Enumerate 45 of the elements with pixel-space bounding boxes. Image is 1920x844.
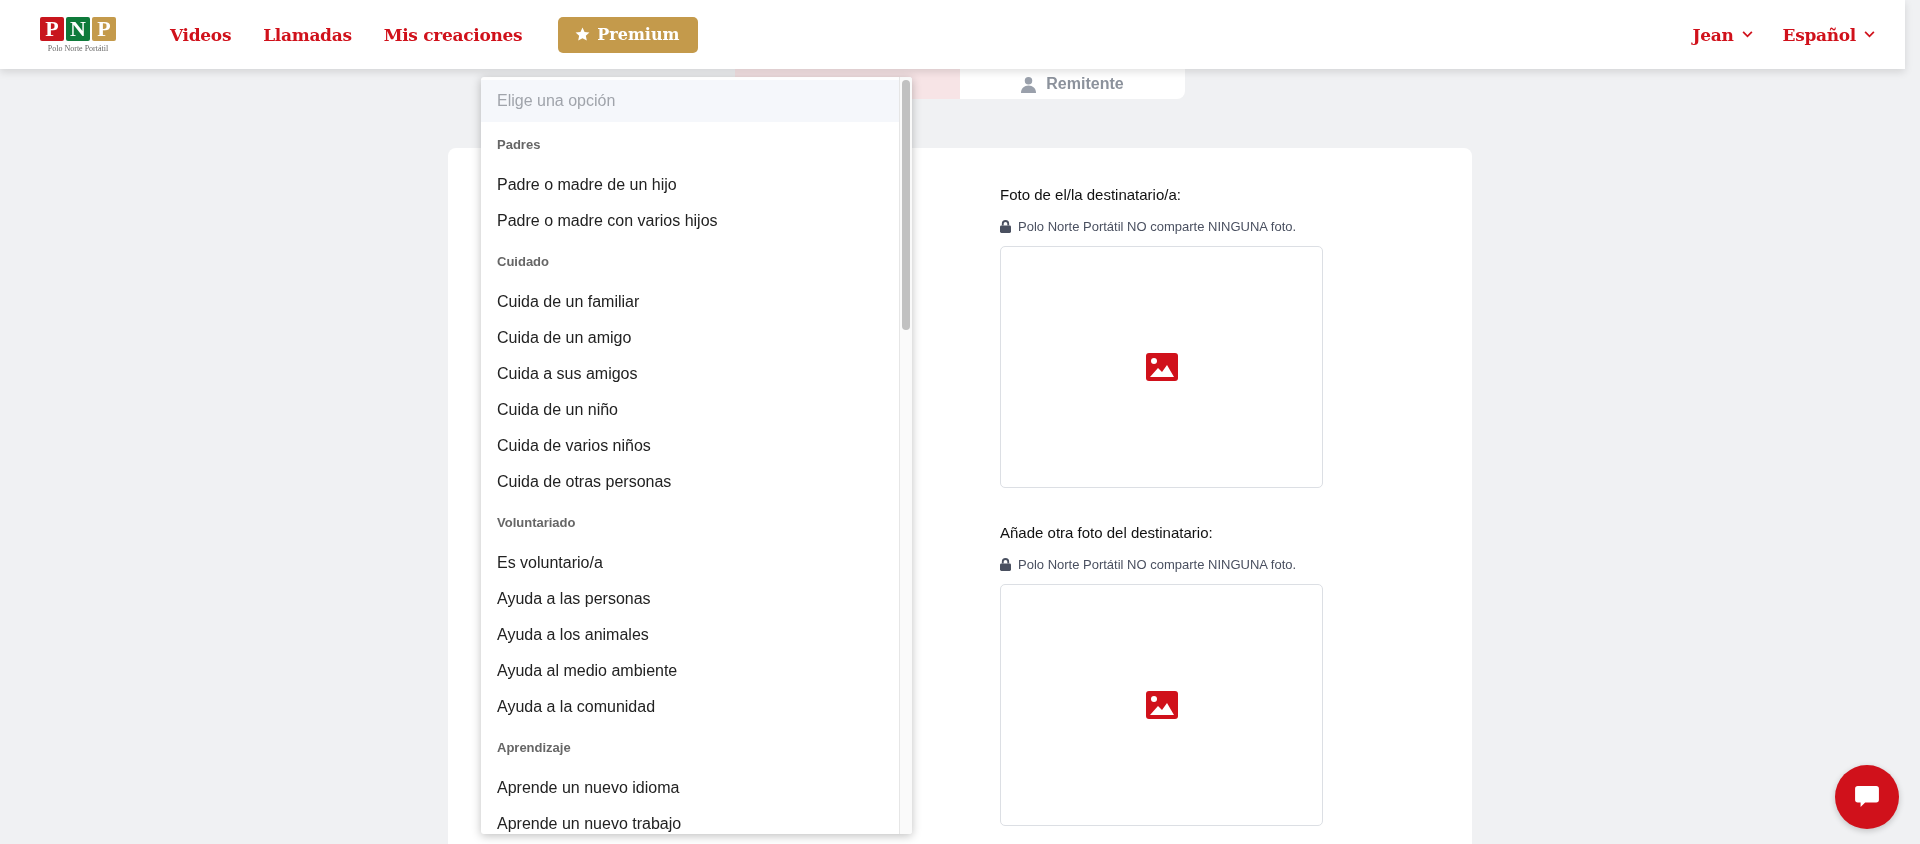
dropdown-option[interactable]: Ayuda a las personas [481, 581, 899, 617]
privacy-note: Polo Norte Portátil NO comparte NINGUNA foto. [1018, 219, 1297, 234]
option-group-label: Aprendizaje [496, 739, 572, 757]
scrollbar[interactable] [899, 77, 912, 834]
dropdown-option[interactable]: Aprende un nuevo trabajo [481, 806, 899, 834]
dropdown-option[interactable]: Cuida de un amigo [481, 320, 899, 356]
photo-upload-area[interactable] [1000, 246, 1323, 488]
star-icon [574, 26, 592, 43]
lock-icon [1000, 220, 1011, 233]
photo-label: Añade otra foto del destinatario: [1000, 524, 1214, 541]
language-menu[interactable]: Español [1782, 24, 1875, 45]
dropdown-option[interactable]: Cuida de varios niños [481, 428, 899, 464]
logo-letter: P [40, 16, 64, 41]
dropdown-option[interactable]: Ayuda al medio ambiente [481, 653, 899, 689]
dropdown-option[interactable]: Cuida de un familiar [481, 284, 899, 320]
nav-link[interactable]: Videos [170, 24, 232, 45]
dropdown-option[interactable]: Cuida de un niño [481, 392, 899, 428]
dropdown-option[interactable]: Ayuda a la comunidad [481, 689, 899, 725]
option-group-label: Padres [496, 136, 542, 154]
chat-bubble-icon [1855, 786, 1879, 808]
dropdown-option[interactable]: Ayuda a los animales [481, 617, 899, 653]
dropdown-option[interactable]: Cuida de otras personas [481, 464, 899, 500]
photo-upload-area[interactable] [1000, 584, 1323, 826]
chat-button[interactable] [1835, 765, 1899, 829]
image-icon [1145, 353, 1178, 381]
dropdown-option[interactable]: Cuida a sus amigos [481, 356, 899, 392]
person-icon [1021, 75, 1037, 93]
chevron-down-icon [1864, 31, 1875, 38]
option-group-label: Voluntariado [496, 514, 577, 532]
lock-icon [1000, 558, 1011, 571]
nav-link[interactable]: Mis creaciones [383, 24, 523, 45]
dropdown-option[interactable]: Padre o madre con varios hijos [481, 203, 899, 239]
dropdown-option[interactable]: Aprende un nuevo idioma [481, 770, 899, 806]
photo-label: Foto de el/la destinatario/a: [1000, 186, 1182, 203]
option-group-label: Cuidado [496, 253, 550, 271]
privacy-note: Polo Norte Portátil NO comparte NINGUNA foto. [1018, 557, 1297, 572]
logo-letter: N [66, 16, 90, 41]
logo-letter: P [92, 16, 116, 41]
nav-link[interactable]: Llamadas [263, 24, 352, 45]
dropdown-option[interactable]: Padre o madre de un hijo [481, 167, 899, 203]
dropdown-option[interactable]: Es voluntario/a [481, 545, 899, 581]
user-menu[interactable]: Jean [1692, 24, 1753, 45]
image-icon [1145, 691, 1178, 719]
chevron-down-icon [1741, 31, 1753, 38]
logo-caption: Polo Norte Portátil [47, 43, 109, 53]
